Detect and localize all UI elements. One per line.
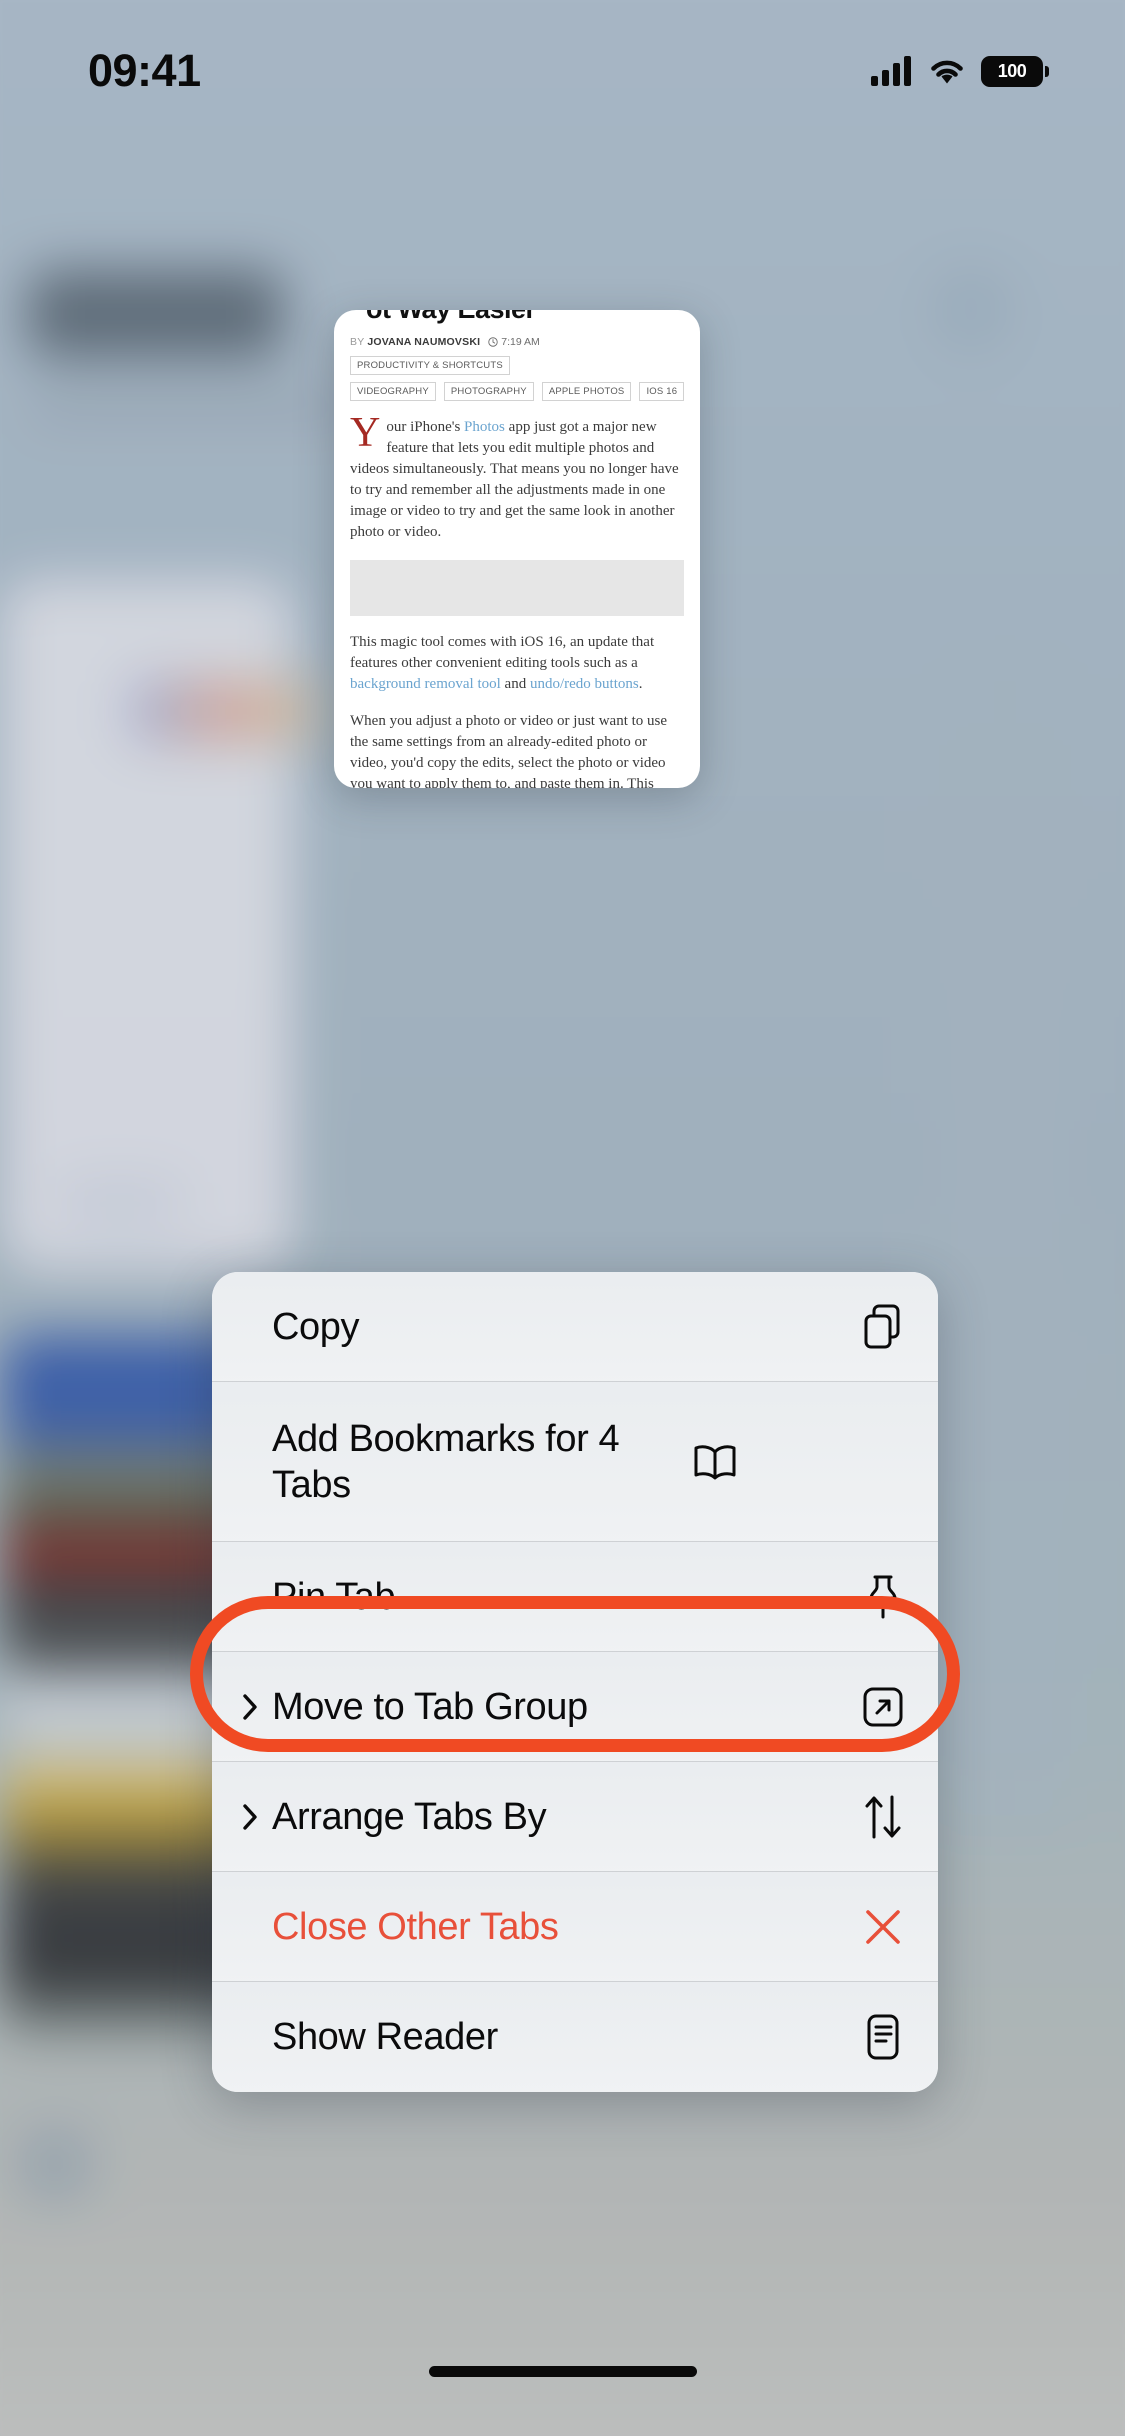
wifi-icon — [931, 60, 963, 84]
cellular-signal-icon — [871, 56, 911, 86]
article-paragraph-2: This magic tool comes with iOS 16, an up… — [350, 632, 684, 695]
article-tag[interactable]: PHOTOGRAPHY — [443, 382, 534, 401]
chevron-right-icon — [243, 1803, 257, 1830]
copy-icon — [860, 1302, 906, 1352]
status-bar: 09:41 100 — [0, 0, 1125, 120]
paragraph1-before-link: our iPhone's — [386, 419, 465, 435]
arrow-up-arrow-down-icon — [860, 1792, 906, 1842]
article-tag[interactable]: APPLE PHOTOS — [541, 382, 632, 401]
battery-percent-label: 100 — [997, 60, 1027, 81]
menu-item-label: Add Bookmarks for 4 Tabs — [272, 1417, 620, 1506]
article-paragraph-1: Your iPhone's Photos app just got a majo… — [350, 410, 684, 543]
article-byline: BY JOVANA NAUMOVSKI — [350, 336, 480, 348]
photos-app-link[interactable]: Photos — [464, 419, 505, 435]
status-bar-clock: 09:41 — [88, 45, 201, 96]
article-tag[interactable]: PRODUCTIVITY & SHORTCUTS — [350, 356, 510, 375]
menu-item-label: Show Reader — [272, 2016, 498, 2058]
chevron-right-icon — [243, 1693, 257, 1720]
article-timestamp: 7:19 AM — [488, 336, 540, 348]
menu-item-show-reader[interactable]: Show Reader — [212, 1982, 938, 2092]
menu-item-copy[interactable]: Copy — [212, 1272, 938, 1382]
menu-item-add-bookmarks[interactable]: Add Bookmarks for 4 Tabs — [212, 1382, 938, 1542]
menu-item-label: Pin Tab — [272, 1575, 396, 1618]
article-byline-row: BY JOVANA NAUMOVSKI 7:19 AM PRODUCTIVITY… — [350, 336, 684, 375]
article-tag[interactable]: VIDEOGRAPHY — [350, 382, 436, 401]
background-removal-tool-link[interactable]: background removal tool — [350, 676, 501, 692]
iphone-screen: 09:41 100 ot Way Easier BY — [0, 0, 1125, 2436]
status-bar-indicators: 100 — [871, 55, 1049, 87]
tab-context-menu: Copy Add Bookmarks for 4 Tabs Pin Tab Mo… — [212, 1272, 938, 2092]
article-tag-row: VIDEOGRAPHY PHOTOGRAPHY APPLE PHOTOS IOS… — [350, 382, 685, 401]
menu-item-arrange-tabs-by[interactable]: Arrange Tabs By — [212, 1762, 938, 1872]
arrow-up-right-square-icon — [860, 1682, 906, 1732]
menu-item-label: Copy — [272, 1305, 360, 1348]
article-title: ot Way Easier — [350, 310, 684, 325]
menu-item-pin-tab[interactable]: Pin Tab — [212, 1542, 938, 1652]
book-icon — [692, 1437, 738, 1487]
menu-item-label: Close Other Tabs — [272, 1905, 559, 1948]
battery-icon: 100 — [981, 55, 1049, 87]
menu-item-label: Move to Tab Group — [272, 1685, 588, 1728]
byline-prefix: BY — [350, 336, 365, 348]
paragraph2-after: . — [638, 676, 643, 692]
article-dropcap: Y — [350, 410, 381, 456]
paragraph2-between: and — [500, 676, 530, 692]
home-indicator[interactable] — [428, 2366, 697, 2377]
undo-redo-buttons-link[interactable]: undo/redo buttons — [530, 676, 639, 692]
pushpin-icon — [860, 1572, 906, 1622]
article-image-placeholder — [350, 560, 684, 616]
reader-icon — [860, 2012, 906, 2062]
menu-item-move-to-tab-group[interactable]: Move to Tab Group — [212, 1652, 938, 1762]
article-paragraph-3: When you adjust a photo or video or just… — [350, 713, 668, 788]
article-author: JOVANA NAUMOVSKI — [367, 336, 481, 348]
menu-item-label: Arrange Tabs By — [272, 1795, 547, 1838]
clock-icon — [488, 337, 498, 347]
tab-preview-card[interactable]: ot Way Easier BY JOVANA NAUMOVSKI 7:19 A… — [334, 310, 700, 788]
xmark-icon — [860, 1902, 906, 1952]
paragraph1-after-link: app just got a major new feature that le… — [350, 419, 679, 540]
menu-item-close-other-tabs[interactable]: Close Other Tabs — [212, 1872, 938, 1982]
article-time-label: 7:19 AM — [501, 336, 540, 348]
article-tag[interactable]: IOS 16 — [639, 382, 685, 401]
paragraph2-text-before: This magic tool comes with iOS 16, an up… — [350, 634, 655, 671]
